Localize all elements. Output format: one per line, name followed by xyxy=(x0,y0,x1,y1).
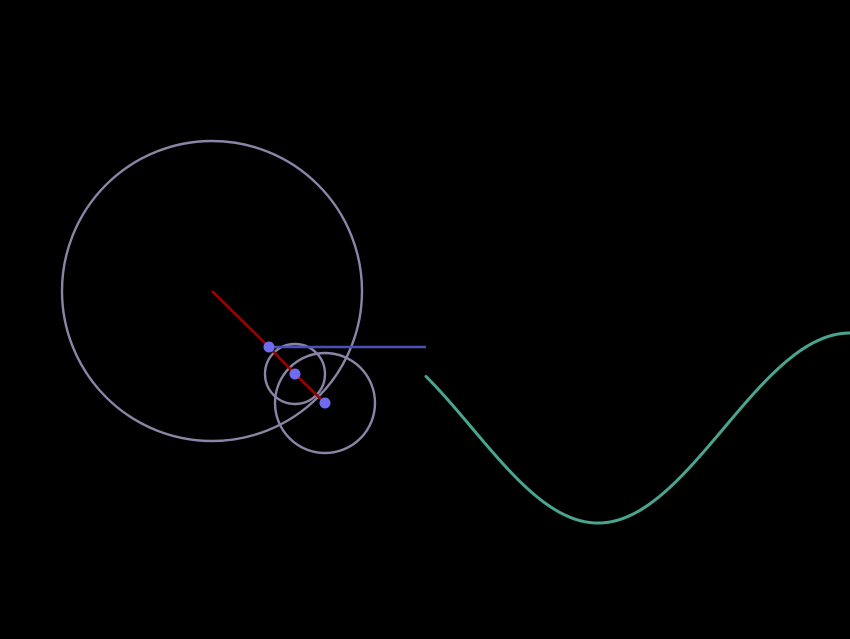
canvas-background xyxy=(0,0,850,639)
joint-dot-icon xyxy=(289,368,301,380)
fourier-epicycle-diagram xyxy=(0,0,850,639)
joint-dot-icon xyxy=(319,397,331,409)
joint-dot-icon xyxy=(263,341,275,353)
